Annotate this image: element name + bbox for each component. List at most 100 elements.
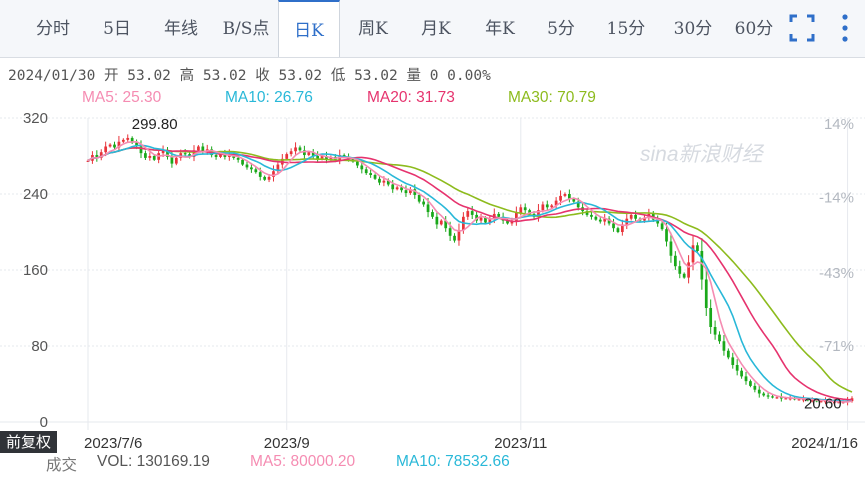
candle-body [289, 151, 293, 155]
candle-body [382, 180, 386, 183]
candle-body [629, 214, 633, 219]
candle-body [709, 308, 713, 327]
candle-body [294, 147, 297, 152]
candle-body [678, 266, 682, 274]
candle-body [360, 165, 364, 170]
pct-tick-label: 14% [824, 116, 854, 133]
volume-ma5: MA5: 80000.20 [250, 453, 356, 470]
candle-body [113, 144, 116, 148]
volume-ma10: MA10: 78532.66 [396, 453, 510, 470]
candle-body [373, 175, 377, 179]
candle-body [590, 214, 593, 217]
candle-body [121, 139, 125, 142]
candle-body [369, 173, 373, 175]
candle-body [735, 365, 739, 371]
candle-body [616, 228, 620, 232]
candle-body [718, 334, 721, 342]
candle-body [126, 137, 130, 140]
candle-body [214, 155, 218, 157]
candle-body [762, 393, 766, 396]
candle-body [298, 147, 302, 151]
candle-body [598, 219, 602, 222]
candle-body [634, 214, 637, 219]
candle-body [766, 395, 770, 397]
y-tick-label: 80 [31, 338, 48, 355]
candle-body [660, 223, 664, 230]
candle-body [144, 153, 147, 158]
candle-body [263, 176, 267, 180]
candle-body [479, 217, 483, 221]
candle-body [183, 153, 187, 155]
candle-body [285, 154, 289, 159]
candle-body [771, 396, 774, 398]
candle-body [453, 235, 456, 241]
pct-tick-label: -14% [819, 189, 854, 206]
candle-body [466, 211, 470, 217]
candle-body [497, 213, 501, 217]
candle-body [364, 169, 368, 174]
candle-body [563, 194, 567, 196]
candle-body [104, 146, 108, 153]
candle-body [665, 229, 668, 242]
candle-body [356, 161, 359, 166]
adjust-button[interactable]: 前复权 [0, 431, 57, 453]
candle-body [550, 205, 554, 208]
candle-body [307, 152, 311, 156]
watermark-text: sina新浪财经 [640, 143, 765, 166]
candle-body [559, 195, 562, 201]
candle-body [523, 207, 527, 211]
candle-body [682, 273, 686, 278]
candle-body [594, 216, 598, 220]
candle-body [749, 381, 752, 386]
candle-body [241, 159, 244, 165]
kline-chart: sina新浪财经 320 240 160 80 0 14% -14% -43% -71% 2023… [0, 110, 865, 452]
candle-body [254, 169, 258, 173]
candle-body [404, 190, 408, 194]
candle-body [673, 255, 677, 267]
y-tick-label: 240 [23, 186, 48, 203]
candle-body [258, 172, 262, 177]
candle-body [417, 194, 421, 202]
candle-body [726, 350, 730, 358]
x-tick-label: 2023/9 [264, 435, 310, 452]
candle-body [378, 178, 381, 183]
candle-body [395, 187, 399, 190]
x-tick-label: 2023/7/6 [84, 435, 142, 452]
candle-body [431, 212, 434, 217]
candle-body [753, 385, 757, 390]
candle-body [174, 157, 178, 164]
sina-finance-watermark: sina新浪财经 [640, 143, 765, 166]
candle-body [448, 228, 452, 236]
candle-body [439, 220, 443, 225]
min-price-label: 20.60 [804, 395, 842, 412]
candle-body [784, 398, 788, 400]
candle-body [267, 176, 271, 180]
candle-body [148, 156, 152, 158]
pct-tick-label: -43% [819, 265, 854, 282]
candle-body [250, 167, 253, 170]
candle-body [740, 370, 743, 377]
candle-body [744, 376, 748, 382]
candle-body [422, 201, 425, 205]
candle-body [197, 146, 200, 151]
candle-body [669, 241, 673, 256]
candle-body [541, 204, 545, 211]
volume-label: 成交 [46, 456, 78, 474]
max-price-label: 299.80 [132, 116, 178, 133]
candle-body [722, 341, 726, 351]
candle-body [470, 211, 474, 215]
candle-body [696, 245, 699, 251]
candle-body [775, 397, 779, 399]
volume-value: VOL: 130169.19 [97, 453, 210, 470]
candle-body [245, 164, 249, 168]
candle-body [731, 357, 735, 365]
candle-body [704, 279, 708, 308]
candle-body [152, 156, 156, 160]
candle-body [391, 184, 395, 190]
x-tick-label: 2023/11 [494, 435, 547, 452]
candle-body [545, 204, 549, 208]
candle-body [713, 327, 717, 335]
y-tick-label: 160 [23, 262, 48, 279]
candle-body [108, 144, 112, 147]
candle-body [426, 204, 430, 213]
